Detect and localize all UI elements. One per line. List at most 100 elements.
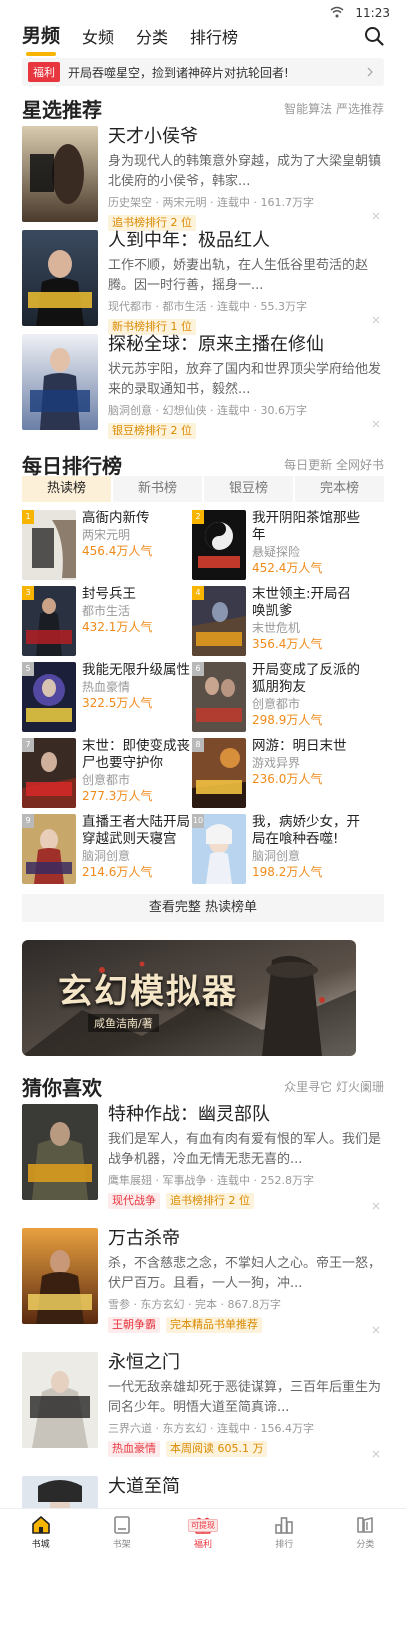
rank-item[interactable]: 1 高衙内新传 两宋元明 456.4万人气 [22,510,192,580]
book-title[interactable]: 人到中年：极品红人 [108,230,384,252]
rank-popularity: 456.4万人气 [82,544,153,558]
bookshelf-icon [113,1516,130,1534]
ranking-icon [275,1517,294,1534]
close-icon[interactable] [372,212,380,220]
close-icon[interactable] [372,1450,380,1458]
rank-item[interactable]: 2 我开阴阳茶馆那些年 悬疑探险 452.4万人气 [192,510,362,580]
rank-popularity: 277.3万人气 [82,789,153,803]
book-desc: 一代无敌亲雄却死于恶徒谋算，三百年后重生为同名少年。明悟大道至简真谛... [108,1380,382,1415]
ranking-header: 每日排行榜 每日更新 全网好书 [22,450,384,478]
rank-popularity: 432.1万人气 [82,620,153,634]
tab-bookstore[interactable]: 书城 [0,1509,81,1552]
book-item[interactable]: 万古杀帝 杀，不含慈悲之念，不掌妇人之心。帝王一怒，伏尸百万。且看，一人一狗，冲… [22,1228,384,1334]
tab-category[interactable]: 分类 [136,24,168,56]
book-cover[interactable] [22,1352,98,1448]
featured-header: 星选推荐 智能算法 严选推荐 [22,94,384,122]
book-meta: 三界六道 · 东方玄幻 · 连载中 · 156.4万字 [108,1422,314,1435]
book-cover[interactable] [22,334,98,430]
rank-item[interactable]: 5 我能无限升级属性 热血豪情 322.5万人气 [22,662,192,732]
rank-book-title: 直播王者大陆开局穿越武则天寝宫 [82,814,190,847]
book-desc: 状元苏宇阳，放弃了国内和世界顶尖学府给他发来的录取通知书，毅然... [108,362,382,397]
close-icon[interactable] [372,1202,380,1210]
book-cover[interactable] [22,1476,98,1508]
book-desc: 身为现代人的韩策意外穿越，成为了大梁皇朝镇北侯府的小侯爷，韩家... [108,154,382,189]
ranking-tabs: 热读榜 新书榜 银豆榜 完本榜 [22,476,384,502]
rank-item[interactable]: 4 末世领主:开局召唤凯爹 末世危机 356.4万人气 [192,586,362,656]
tab-silver-bean[interactable]: 银豆榜 [204,476,293,502]
close-icon[interactable] [372,1326,380,1334]
rank-item[interactable]: 7 末世：即使变成丧尸也要守护你 创意都市 277.3万人气 [22,738,192,808]
tab-welfare[interactable]: 可提现 福利 [162,1509,243,1552]
book-item[interactable]: 探秘全球：原来主播在修仙 状元苏宇阳，放弃了国内和世界顶尖学府给他发来的录取通知… [22,334,384,439]
rank-book-title: 末世领主:开局召唤凯爹 [252,586,352,619]
book-cover[interactable] [22,1104,98,1200]
rank-popularity: 298.9万人气 [252,713,323,727]
close-icon[interactable] [372,420,380,428]
rank-genre: 两宋元明 [82,528,131,542]
book-title[interactable]: 万古杀帝 [108,1228,384,1250]
book-item[interactable]: 特种作战：幽灵部队 我们是军人，有血有肉有爱有恨的军人。我们是战争机器，冷血无情… [22,1104,384,1210]
book-title[interactable]: 特种作战：幽灵部队 [108,1104,384,1126]
rank-number: 10 [192,814,204,828]
rank-book-title: 末世：即使变成丧尸也要守护你 [82,738,190,771]
rank-book-title: 封号兵王 [82,586,136,602]
rank-popularity: 322.5万人气 [82,696,153,710]
rank-number: 4 [192,586,204,600]
book-title[interactable]: 探秘全球：原来主播在修仙 [108,334,384,356]
rank-genre: 脑洞创意 [82,849,131,863]
book-item[interactable]: 人到中年：极品红人 工作不顺，娇妻出轨，在人生低谷里苟活的赵腾。因一时行善，摇身… [22,230,384,335]
book-item[interactable]: 永恒之门 一代无敌亲雄却死于恶徒谋算，三百年后重生为同名少年。明悟大道至简真谛.… [22,1352,384,1458]
book-item[interactable]: 大道至简 [22,1476,384,1508]
book-title[interactable]: 大道至简 [108,1476,384,1498]
rank-item[interactable]: 9 直播王者大陆开局穿越武则天寝宫 脑洞创意 214.6万人气 [22,814,192,884]
tab-hot-read[interactable]: 热读榜 [22,476,111,502]
book-title[interactable]: 永恒之门 [108,1352,384,1374]
rank-number: 7 [22,738,34,752]
book-meta: 鹰隼展翅 · 军事战争 · 连载中 · 252.8万字 [108,1174,314,1187]
rank-item[interactable]: 8 网游：明日末世 游戏异界 236.0万人气 [192,738,362,808]
guess-header: 猜你喜欢 众里寻它 灯火阑珊 [22,1072,384,1100]
genre-badge: 现代战争 [108,1193,160,1209]
tab-category-bottom[interactable]: 分类 [325,1509,406,1552]
rank-genre: 热血豪情 [82,680,131,694]
book-item[interactable]: 天才小侯爷 身为现代人的韩策意外穿越，成为了大梁皇朝镇北侯府的小侯爷，韩家...… [22,126,384,231]
book-meta: 现代都市 · 都市生活 · 连载中 · 55.3万字 [108,300,307,313]
section-subtitle: 每日更新 全网好书 [284,458,384,472]
rank-popularity: 198.2万人气 [252,865,323,879]
book-desc: 工作不顺，娇妻出轨，在人生低谷里苟活的赵腾。因一时行善，摇身一... [108,258,369,293]
tab-completed[interactable]: 完本榜 [295,476,384,502]
tab-rank[interactable]: 排行 [244,1509,325,1552]
rank-genre: 创意都市 [252,697,301,711]
notice-bar[interactable]: 福利 开局吞噬星空，捡到诸神碎片对抗轮回者! [22,58,384,86]
rank-number: 3 [22,586,34,600]
tab-female[interactable]: 女频 [82,24,114,56]
view-all-ranking-button[interactable]: 查看完整 热读榜单 [22,894,384,922]
status-time: 11:23 [355,6,390,20]
book-cover[interactable] [22,126,98,222]
promo-banner[interactable]: 玄幻模拟器 咸鱼洁南/著 [22,940,356,1056]
rank-item[interactable]: 6 开局变成了反派的狐朋狗友 创意都市 298.9万人气 [192,662,362,732]
rank-item[interactable]: 3 封号兵王 都市生活 432.1万人气 [22,586,192,656]
section-title: 猜你喜欢 [22,1076,102,1100]
rank-book-title: 我开阴阳茶馆那些年 [252,510,360,543]
book-title[interactable]: 天才小侯爷 [108,126,384,148]
book-desc: 杀，不含慈悲之念，不掌妇人之心。帝王一怒，伏尸百万。且看，一人一狗，冲... [108,1256,382,1291]
rank-popularity: 236.0万人气 [252,772,323,786]
genre-badge: 王朝争霸 [108,1317,160,1333]
book-cover[interactable] [22,230,98,326]
genre-badge: 热血豪情 [108,1441,160,1457]
withdraw-badge: 可提现 [188,1519,218,1532]
tab-new-books[interactable]: 新书榜 [113,476,202,502]
tab-ranking[interactable]: 排行榜 [190,24,238,56]
search-icon[interactable] [364,26,384,46]
rank-badge: 银豆榜排行 2 位 [108,423,196,439]
close-icon[interactable] [372,316,380,324]
book-cover[interactable] [22,1228,98,1324]
rank-genre: 创意都市 [82,773,131,787]
rank-genre: 游戏异界 [252,756,301,770]
book-meta: 雪参 · 东方玄幻 · 完本 · 867.8万字 [108,1298,281,1311]
tab-bookshelf[interactable]: 书架 [81,1509,162,1552]
tab-male[interactable]: 男频 [22,21,60,56]
rank-item[interactable]: 10 我，病娇少女，开局在喰种吞噬! 脑洞创意 198.2万人气 [192,814,362,884]
book-desc: 我们是军人，有血有肉有爱有恨的军人。我们是战争机器，冷血无情无悲无喜的... [108,1132,382,1167]
